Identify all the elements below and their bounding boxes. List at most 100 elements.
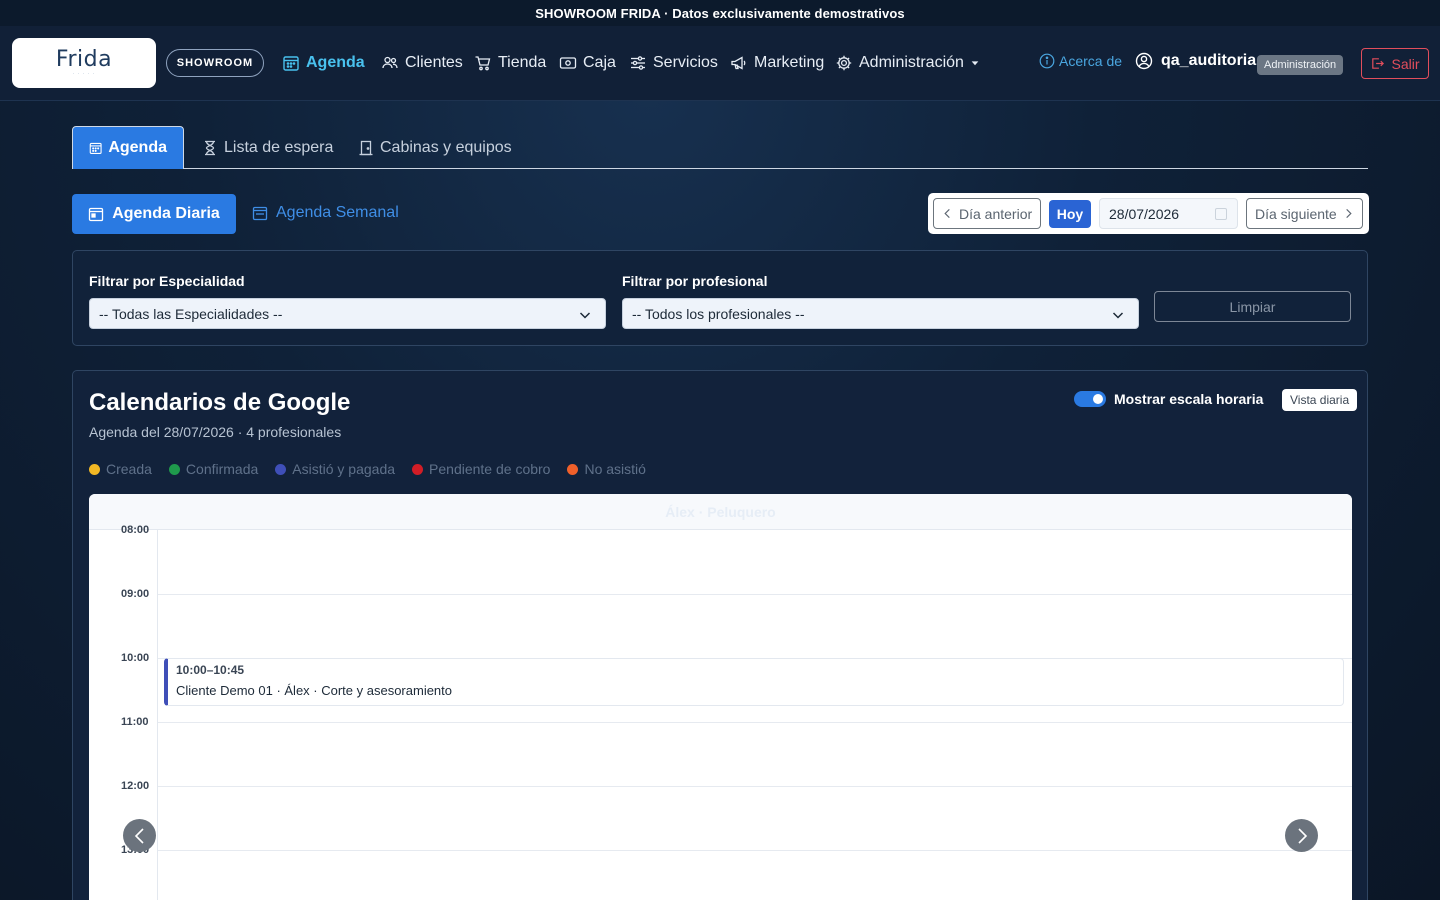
nav-tienda-label: Tienda [498,54,547,71]
calendar-picker-icon[interactable] [1215,208,1227,220]
today-button[interactable]: Hoy [1049,200,1091,228]
legend-label: Confirmada [185,461,259,477]
legend-item: Pendiente de cobro [412,461,550,477]
legend-dot-icon [567,463,579,475]
caret-down-icon [971,61,979,66]
calendar-icon [89,142,102,154]
tab-lista-espera-label: Lista de espera [224,138,334,156]
appointment-event[interactable]: 10:00–10:45 Cliente Demo 01 · Álex · Cor… [164,658,1344,706]
panel-title: Calendarios de Google [89,389,351,416]
nav-marketing[interactable]: Marketing [730,52,824,74]
specialty-select-value: -- Todas las Especialidades -- [99,305,283,322]
event-text: Cliente Demo 01 · Álex · Corte y asesora… [176,683,453,698]
nav-agenda[interactable]: Agenda [282,52,365,74]
nav-administracion[interactable]: Administración [835,52,980,74]
tab-agenda[interactable]: Agenda [72,126,184,169]
frida-logo[interactable]: Frida · · · · · [12,38,156,88]
chevron-down-icon [1112,312,1124,319]
info-icon [1039,53,1055,69]
carousel-next-button[interactable] [1285,819,1318,852]
date-input[interactable]: 28/07/2026 [1099,198,1238,229]
nav-tienda[interactable]: Tienda [474,52,546,74]
door-icon [359,140,373,155]
nav-caja-label: Caja [583,54,616,71]
hour-label: 10:00 [121,652,150,664]
chevron-down-icon [579,312,591,319]
cash-icon [559,57,577,69]
status-legend: Creada Confirmada Asistió y pagada Pendient… [89,461,646,477]
legend-item: Confirmada [168,461,259,477]
megaphone-icon [731,56,746,70]
legend-item: Asistió y pagada [275,461,395,477]
hour-gridline [158,722,1352,723]
chevron-right-icon [1297,827,1307,844]
nav-administracion-label: Administración [859,54,964,71]
agenda-tabs: Agenda Lista de espera Cabinas y equipos [72,126,1368,169]
legend-item: Creada [89,461,152,477]
user-menu[interactable]: qa_auditoria [1135,52,1256,70]
hour-label: 11:00 [121,716,149,728]
tab-lista-espera[interactable]: Lista de espera [202,126,333,169]
time-scale-toggle[interactable]: Mostrar escala horaria [1074,391,1263,407]
legend-dot-icon [168,463,180,475]
specialty-filter-label: Filtrar por Especialidad [89,273,245,289]
about-label: Acerca de [1059,53,1123,69]
users-icon [382,56,398,69]
nav-servicios-label: Servicios [653,54,718,71]
previous-day-label: Día anterior [959,205,1033,222]
tab-cabinas-label: Cabinas y equipos [380,138,512,156]
toggle-switch[interactable] [1074,391,1106,407]
gear-icon [836,55,852,71]
event-time: 10:00–10:45 [176,663,245,677]
chevron-left-icon [944,208,950,219]
view-badge: Vista diaria [1282,389,1358,411]
calendar-day-icon [89,207,104,222]
nav-clientes[interactable]: Clientes [381,52,463,74]
top-navbar: Frida · · · · · SHOWROOM Agenda Clientes… [0,26,1440,101]
professional-filter-label: Filtrar por profesional [622,273,768,289]
about-link[interactable]: Acerca de [1039,53,1122,69]
weekly-agenda-button[interactable]: Agenda Semanal [252,204,399,222]
nav-servicios[interactable]: Servicios [629,52,718,74]
clear-filters-button[interactable]: Limpiar [1154,291,1351,322]
showroom-badge: SHOWROOM [166,49,264,77]
chevron-right-icon [1345,208,1352,219]
date-input-value: 28/07/2026 [1109,205,1180,222]
hour-gridline [158,850,1352,851]
next-day-button[interactable]: Día siguiente [1246,198,1363,229]
daily-agenda-button[interactable]: Agenda Diaria [72,194,236,234]
legend-label: No asistió [584,461,646,477]
logout-icon [1372,58,1385,69]
nav-caja[interactable]: Caja [559,52,616,74]
legend-item: No asistió [567,461,646,477]
panel-subtitle: Agenda del 28/07/2026 · 4 profesionales [89,424,342,440]
logout-button[interactable]: Salir [1361,48,1429,79]
tab-cabinas[interactable]: Cabinas y equipos [358,126,512,169]
role-badge: Administración [1257,55,1344,75]
day-calendar: Álex · Peluquero 08:00 09:00 10:00 11:00… [89,494,1352,900]
hour-label: 09:00 [121,588,150,600]
professional-select[interactable]: -- Todos los profesionales -- [622,298,1139,329]
demo-banner: SHOWROOM FRIDA · Datos exclusivamente de… [0,0,1440,26]
daily-agenda-label: Agenda Diaria [112,205,220,222]
filters-panel: Filtrar por Especialidad -- Todas las Es… [72,250,1368,346]
specialty-select[interactable]: -- Todas las Especialidades -- [89,298,606,329]
legend-label: Asistió y pagada [292,461,396,477]
logo-sub-mark: · · · · · [72,71,96,77]
cart-icon [475,56,491,71]
hourglass-icon [205,140,215,155]
hour-gridline [158,786,1352,787]
calendar-icon [283,56,299,71]
legend-dot-icon [412,463,424,475]
chevron-left-icon [134,827,144,844]
carousel-prev-button[interactable] [123,819,156,852]
tab-agenda-label: Agenda [108,139,167,156]
legend-dot-icon [89,463,100,475]
hour-gridline [158,594,1352,595]
hour-label: 08:00 [121,524,150,536]
previous-day-button[interactable]: Día anterior [933,198,1042,229]
nav-clientes-label: Clientes [405,54,463,71]
professional-select-value: -- Todos los profesionales -- [632,305,805,322]
logout-label: Salir [1391,55,1420,72]
hour-label: 12:00 [121,780,150,792]
